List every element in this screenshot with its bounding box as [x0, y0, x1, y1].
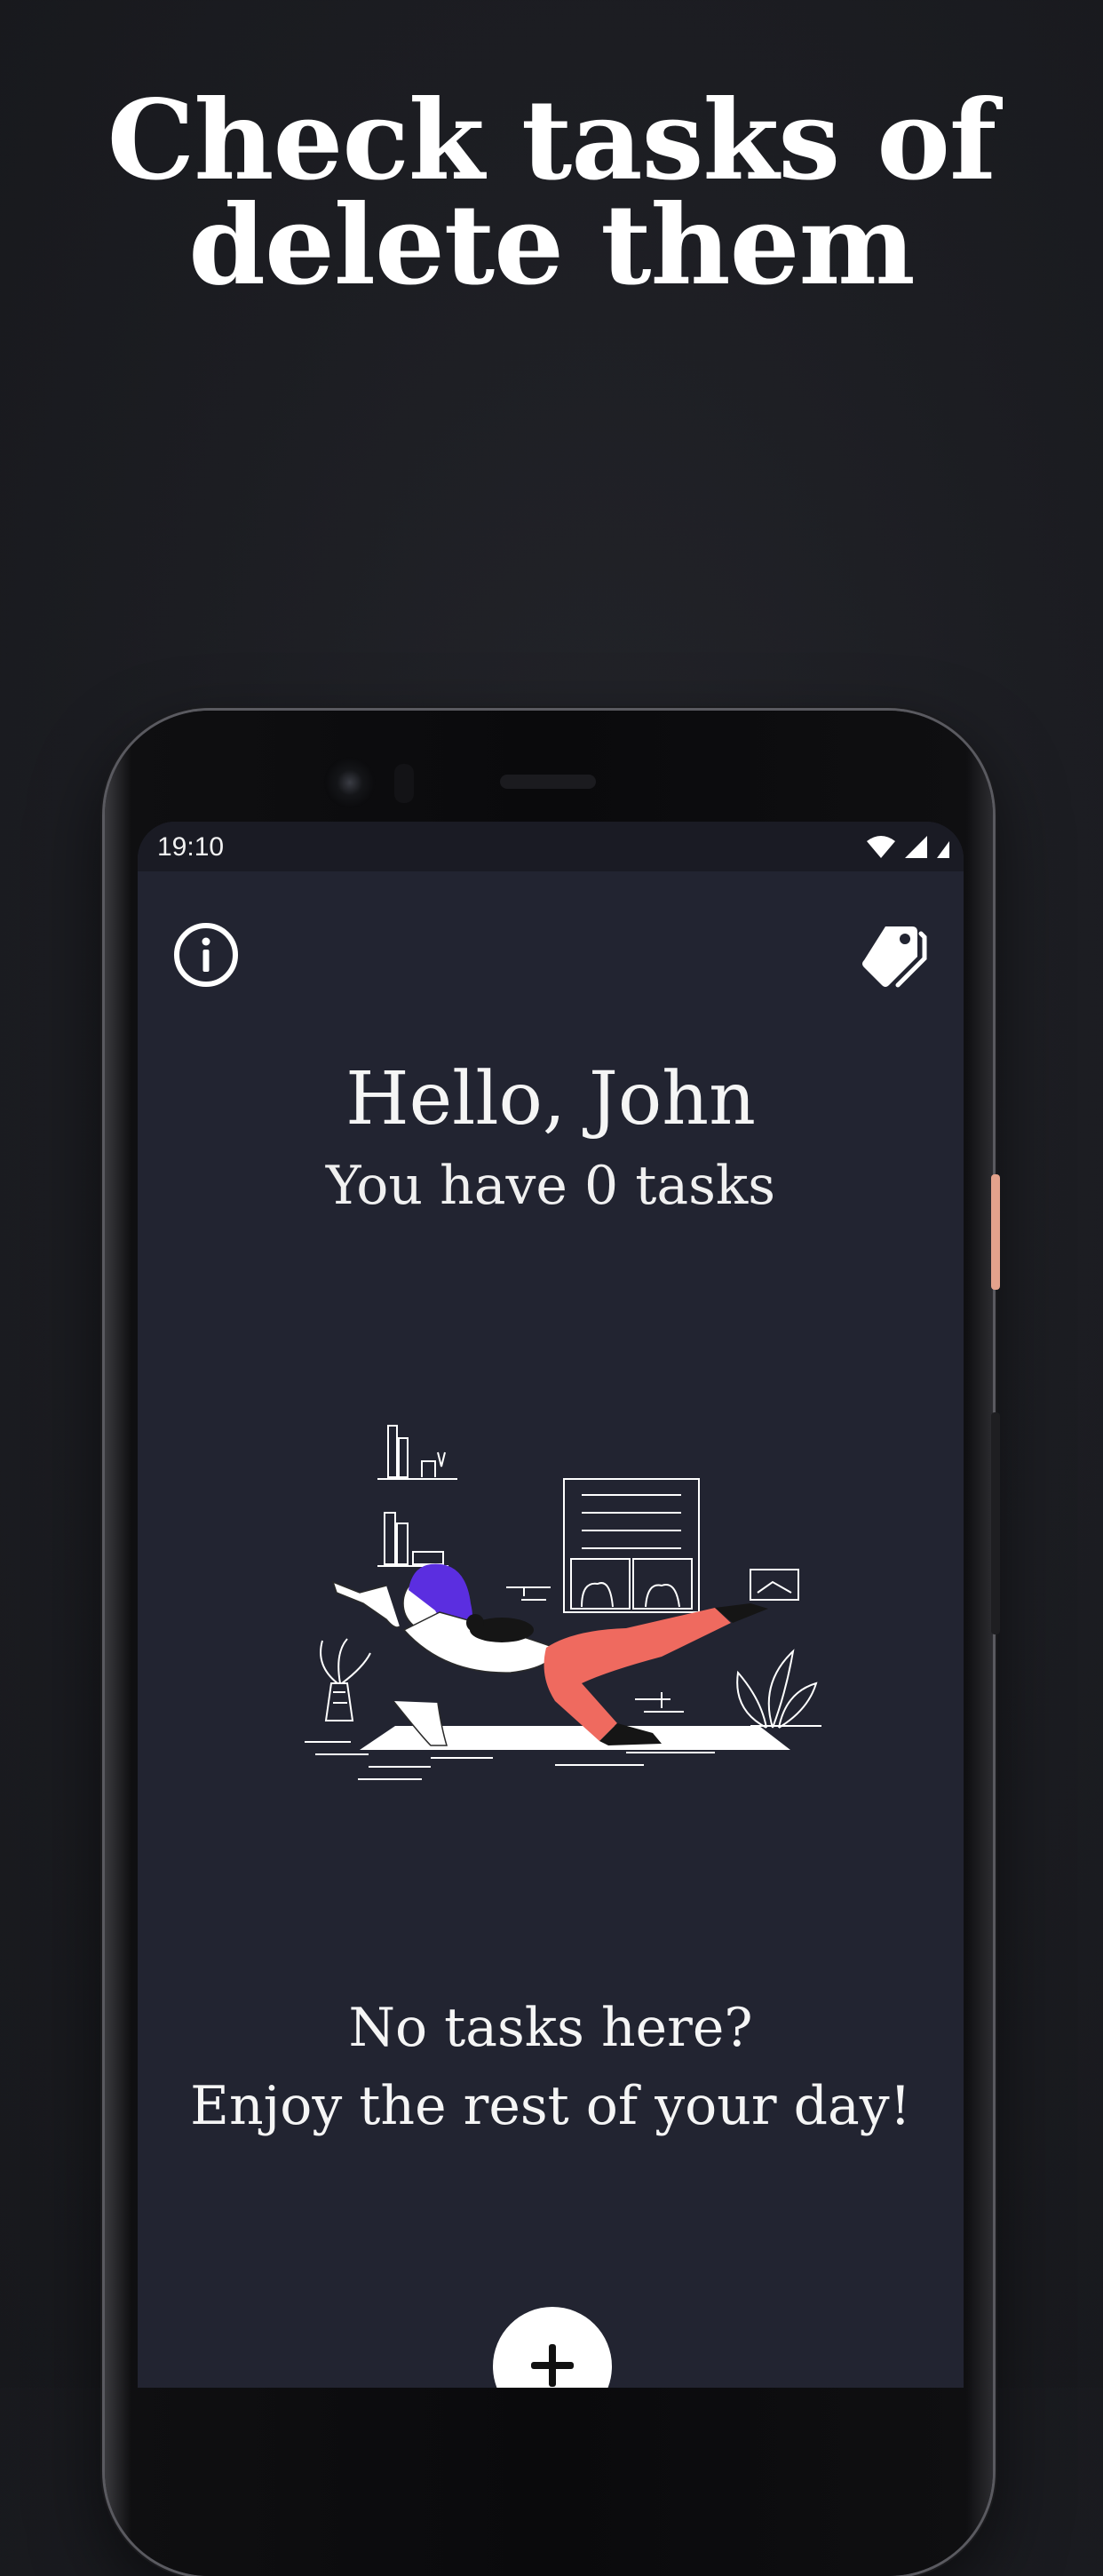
- front-camera: [324, 757, 376, 808]
- power-button: [991, 1174, 1000, 1290]
- earpiece-speaker: [500, 775, 596, 789]
- task-count-subtitle: You have 0 tasks: [325, 1155, 776, 1217]
- empty-state-title: No tasks here?: [348, 1997, 753, 2059]
- yoga-woman-with-cat-illustration: [289, 1390, 821, 1799]
- tags-icon: [859, 921, 932, 992]
- status-icons: [866, 834, 951, 863]
- phone-screen: 19:10 Hello, John You have 0 tasks No ta…: [138, 822, 964, 2388]
- promo-headline-line2: delete them: [188, 181, 915, 310]
- info-icon: [172, 921, 240, 992]
- greeting-title: Hello, John: [345, 1057, 756, 1141]
- promo-headline: Check tasks of delete them: [0, 76, 1103, 310]
- camera-sensor: [394, 764, 414, 803]
- volume-button: [991, 1412, 1000, 1634]
- promo-headline-line1: Check tasks of: [107, 76, 997, 205]
- status-bar: 19:10: [138, 822, 964, 871]
- wifi-icon: [866, 834, 896, 863]
- status-time: 19:10: [157, 832, 225, 862]
- labels-button[interactable]: [860, 921, 931, 992]
- empty-state-message: Enjoy the rest of your day!: [190, 2075, 911, 2137]
- info-button[interactable]: [171, 921, 242, 992]
- add-task-button[interactable]: [493, 2307, 612, 2388]
- cellular-signal-icon: [903, 834, 928, 863]
- battery-icon: [935, 834, 951, 863]
- plus-icon: [526, 2307, 579, 2388]
